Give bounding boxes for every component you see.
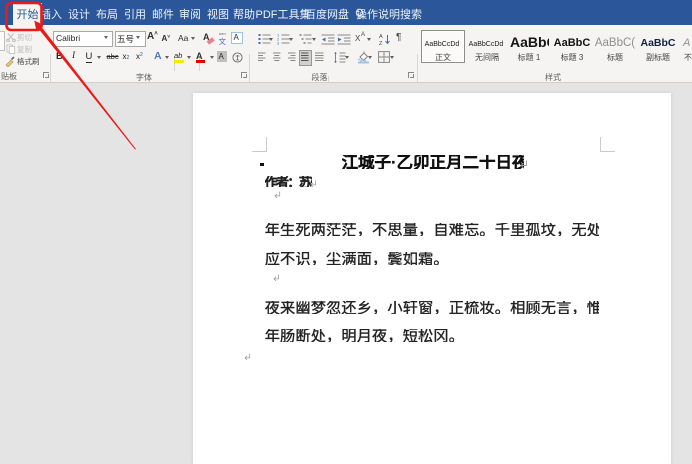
svg-text:3: 3 (277, 41, 280, 46)
svg-text:Z: Z (379, 41, 383, 46)
svg-text:A: A (379, 34, 383, 40)
